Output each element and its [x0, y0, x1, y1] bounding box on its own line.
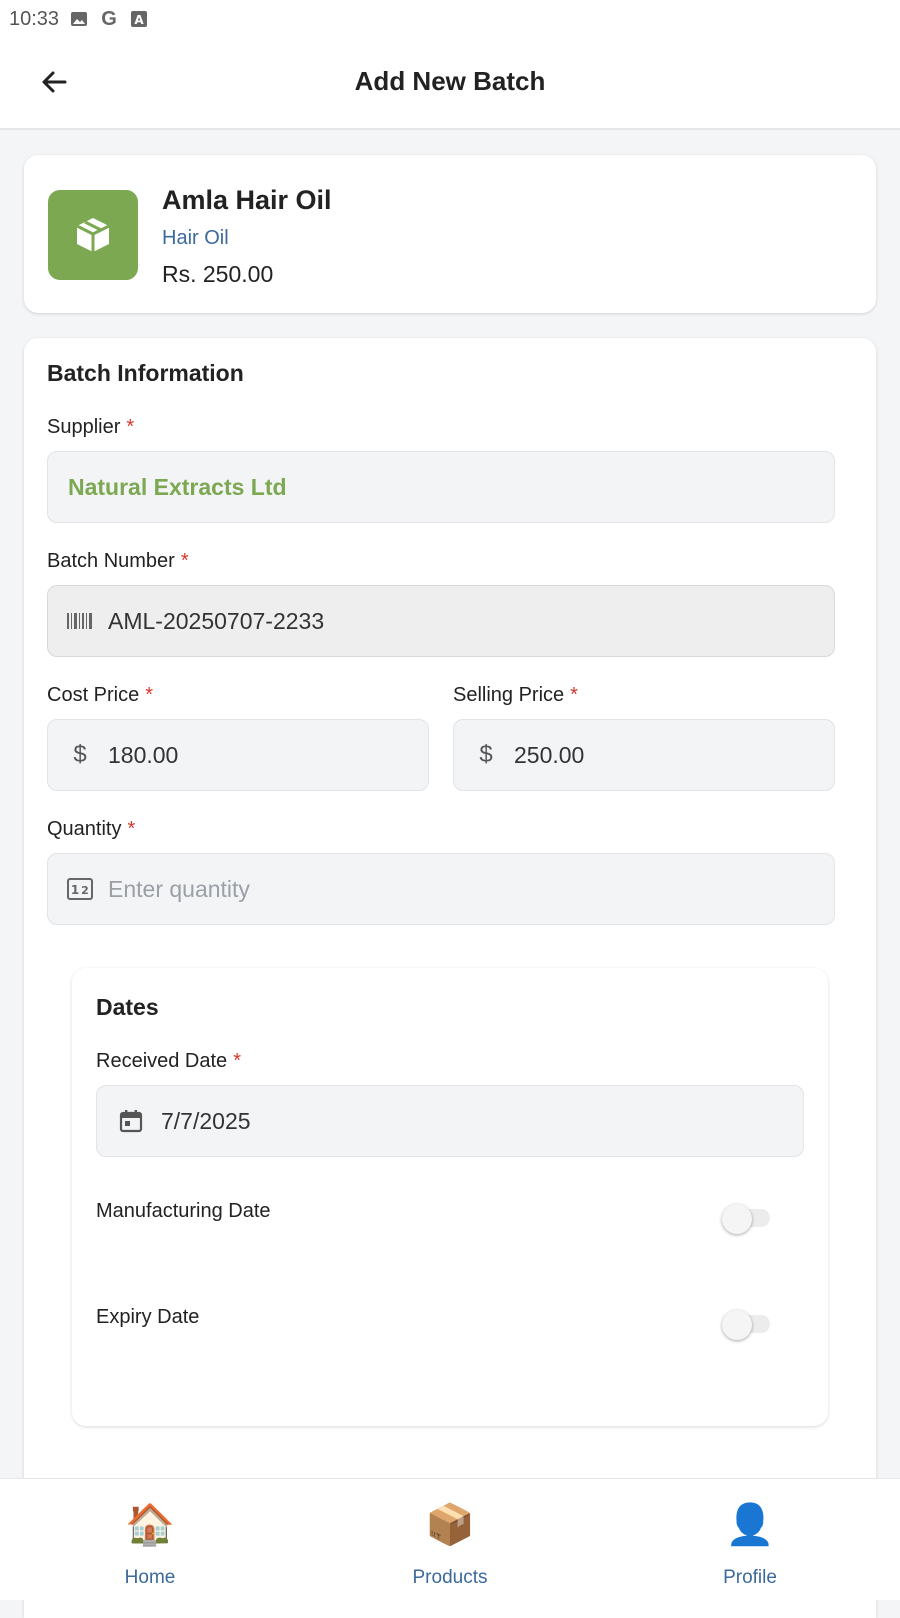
product-thumbnail: [48, 190, 138, 280]
quantity-label: Quantity *: [47, 818, 135, 841]
batch-number-label: Batch Number *: [47, 550, 189, 573]
svg-text:1: 1: [71, 883, 79, 897]
page-title: Add New Batch: [354, 66, 546, 96]
home-icon: 🏠: [125, 1503, 175, 1547]
box-icon: [76, 218, 110, 252]
manufacturing-date-label: Manufacturing Date: [96, 1200, 271, 1222]
product-category: Hair Oil: [162, 227, 229, 249]
nav-products-label: Products: [412, 1567, 488, 1588]
supplier-value: Natural Extracts Ltd: [68, 473, 287, 500]
quantity-input[interactable]: 1 2 Enter quantity: [47, 853, 835, 925]
manufacturing-date-toggle[interactable]: [722, 1204, 774, 1234]
app-bar: Add New Batch: [0, 38, 900, 130]
status-time: 10:33: [9, 7, 60, 30]
cost-price-label-text: Cost Price: [47, 684, 140, 706]
batch-info-title: Batch Information: [47, 360, 244, 386]
image-icon: [69, 9, 89, 29]
nav-home-label: Home: [124, 1567, 176, 1588]
required-marker: *: [233, 1050, 241, 1072]
selling-price-input[interactable]: $ 250.00: [453, 719, 835, 791]
required-marker: *: [570, 684, 578, 706]
toggle-thumb: [722, 1310, 752, 1340]
required-marker: *: [180, 550, 189, 572]
nav-profile-label: Profile: [723, 1567, 777, 1588]
toggle-thumb: [722, 1204, 752, 1234]
quantity-label-text: Quantity: [47, 818, 122, 840]
nav-products[interactable]: 📦 Products: [300, 1479, 600, 1601]
product-name: Amla Hair Oil: [162, 185, 332, 215]
required-marker: *: [145, 684, 154, 706]
product-price: Rs. 250.00: [162, 261, 274, 287]
status-bar: 10:33 G A: [0, 0, 900, 38]
dollar-icon: $: [479, 741, 493, 768]
supplier-label-text: Supplier: [47, 416, 121, 438]
cost-price-label: Cost Price *: [47, 684, 153, 707]
batch-number-field[interactable]: AML-20250707-2233: [47, 585, 835, 657]
batch-number-label-text: Batch Number: [47, 550, 175, 572]
dates-title: Dates: [96, 994, 159, 1020]
supplier-label: Supplier *: [47, 416, 134, 439]
cost-price-input[interactable]: $ 180.00: [47, 719, 429, 791]
profile-icon: 👤: [725, 1503, 775, 1547]
quantity-placeholder: Enter quantity: [108, 875, 250, 902]
received-date-label: Received Date *: [96, 1050, 241, 1073]
product-card: Amla Hair Oil Hair Oil Rs. 250.00: [24, 155, 876, 313]
google-icon: G: [101, 7, 117, 30]
batch-number-value: AML-20250707-2233: [108, 607, 325, 634]
nav-profile[interactable]: 👤 Profile: [600, 1479, 900, 1601]
required-marker: *: [126, 416, 135, 438]
received-date-picker[interactable]: 7/7/2025: [96, 1085, 804, 1157]
cost-price-value: 180.00: [108, 741, 179, 768]
required-marker: *: [127, 818, 136, 840]
bottom-navigation: 🏠 Home 📦 Products 👤 Profile: [0, 1478, 900, 1600]
barcode-icon: [66, 607, 94, 635]
received-date-label-text: Received Date: [96, 1050, 228, 1072]
calendar-icon: [117, 1107, 145, 1135]
expiry-date-toggle[interactable]: [722, 1310, 774, 1340]
svg-text:A: A: [134, 13, 144, 27]
nav-home[interactable]: 🏠 Home: [0, 1479, 300, 1601]
selling-price-label: Selling Price *: [453, 684, 578, 707]
dollar-icon: $: [73, 741, 87, 768]
received-date-value: 7/7/2025: [161, 1107, 251, 1134]
expiry-date-label: Expiry Date: [96, 1306, 200, 1328]
dates-card: Dates Received Date * 7/7/2025 Manufactur…: [72, 968, 828, 1426]
package-icon: 📦: [425, 1503, 475, 1547]
font-icon: A: [129, 9, 149, 29]
supplier-select[interactable]: Natural Extracts Ltd: [47, 451, 835, 523]
svg-text:2: 2: [81, 884, 89, 897]
selling-price-label-text: Selling Price: [453, 684, 565, 706]
numbers-icon: 1 2: [66, 875, 94, 903]
selling-price-value: 250.00: [514, 741, 585, 768]
